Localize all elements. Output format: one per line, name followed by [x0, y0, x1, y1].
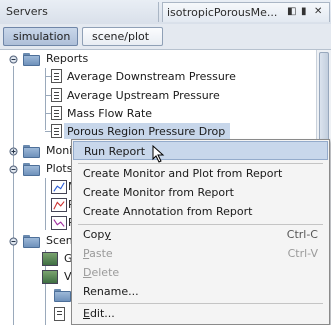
tab-bar: simulation scene/plot: [0, 24, 331, 50]
menu-item-paste[interactable]: Paste Ctrl-V: [73, 244, 328, 263]
tree-node-plot[interactable]: P: [0, 214, 75, 232]
item-icon: [54, 307, 65, 321]
servers-label[interactable]: Servers: [6, 5, 48, 18]
plot-icon: [51, 216, 67, 230]
tree-node-plot[interactable]: R: [0, 196, 76, 214]
menu-item-label: Create Monitor from Report: [83, 186, 234, 199]
report-icon: [51, 106, 62, 120]
menu-item-create-monitor[interactable]: Create Monitor from Report: [73, 183, 328, 202]
mouse-cursor-icon: [152, 145, 165, 163]
report-icon: [51, 124, 62, 138]
top-bar: Servers isotropicPorousMe... ◧ ▮ ✕: [0, 0, 331, 25]
plot-icon: [51, 180, 67, 194]
tree-label-report: Average Upstream Pressure: [67, 89, 220, 102]
maximize-icon[interactable]: ▮: [301, 6, 307, 17]
tree-node-scene[interactable]: G: [0, 250, 73, 268]
menu-item-create-annotation[interactable]: Create Annotation from Report: [73, 202, 328, 221]
scene-icon: [42, 252, 58, 266]
menu-item-label: Create Monitor and Plot from Report: [83, 167, 283, 180]
tree-node-report[interactable]: Average Upstream Pressure: [0, 87, 316, 105]
tree-label-monitors: Moni: [46, 144, 73, 157]
menu-item-rename[interactable]: Rename...: [73, 282, 328, 301]
menu-item-edit[interactable]: Edit...: [73, 304, 328, 323]
tree-label-plots: Plots: [46, 162, 73, 175]
tree-node-plot[interactable]: M: [0, 178, 78, 196]
menu-item-shortcut: Ctrl-C: [286, 228, 318, 241]
scene-icon: [42, 270, 58, 284]
report-icon: [51, 69, 62, 83]
menu-item-label: Create Annotation from Report: [83, 205, 253, 218]
expand-toggle-icon[interactable]: [9, 147, 18, 156]
tree-node-scenes[interactable]: Scen: [0, 232, 73, 250]
menu-item-delete[interactable]: Delete: [73, 263, 328, 282]
folder-icon: [23, 235, 40, 248]
menu-item-label: Delete: [83, 266, 120, 279]
menu-item-create-monitor-and-plot[interactable]: Create Monitor and Plot from Report: [73, 164, 328, 183]
menu-item-label: Copy: [83, 228, 111, 241]
menu-item-run-report[interactable]: Run Report: [73, 141, 328, 160]
folder-icon: [23, 163, 40, 176]
context-menu: Run Report Create Monitor and Plot from …: [71, 139, 330, 325]
tree-label-report: Mass Flow Rate: [67, 107, 153, 120]
tree-label-reports: Reports: [46, 52, 89, 65]
folder-icon: [23, 145, 40, 158]
header-divider: [158, 2, 159, 22]
collapse-toggle-icon[interactable]: [9, 165, 18, 174]
report-icon: [51, 88, 62, 102]
plot-icon: [51, 198, 67, 212]
menu-item-label: Run Report: [84, 145, 146, 158]
tree-node-report[interactable]: Average Downstream Pressure: [0, 68, 316, 86]
collapse-toggle-icon[interactable]: [9, 55, 18, 64]
collapse-toggle-icon[interactable]: [9, 237, 18, 246]
tree-label-scenes: Scen: [46, 234, 73, 247]
menu-item-copy[interactable]: Copy Ctrl-C: [73, 225, 328, 244]
menu-item-label: Edit...: [83, 307, 115, 320]
folder-icon: [23, 53, 40, 66]
tree-label-report: Average Downstream Pressure: [67, 70, 236, 83]
tab-scene-plot[interactable]: scene/plot: [82, 27, 163, 46]
tree-node-plots[interactable]: Plots: [0, 160, 73, 178]
window-tab[interactable]: isotropicPorousMe... ◧ ▮ ✕: [162, 2, 330, 22]
tree-node-report[interactable]: Mass Flow Rate: [0, 105, 316, 123]
tree-node-scene[interactable]: V: [0, 268, 72, 286]
tree-label-report: Porous Region Pressure Drop: [67, 125, 226, 138]
menu-item-label: Paste: [83, 247, 113, 260]
close-icon[interactable]: ✕: [314, 6, 322, 17]
menu-item-label: Rename...: [83, 285, 139, 298]
tab-simulation[interactable]: simulation: [3, 27, 78, 46]
tree-node-reports[interactable]: Reports: [0, 50, 316, 68]
menu-item-shortcut: Ctrl-V: [287, 247, 318, 260]
restore-icon[interactable]: ◧: [287, 6, 296, 17]
folder-icon: [54, 289, 71, 302]
window-title: isotropicPorousMe...: [167, 6, 278, 19]
tree-node-monitors[interactable]: Moni: [0, 142, 73, 160]
